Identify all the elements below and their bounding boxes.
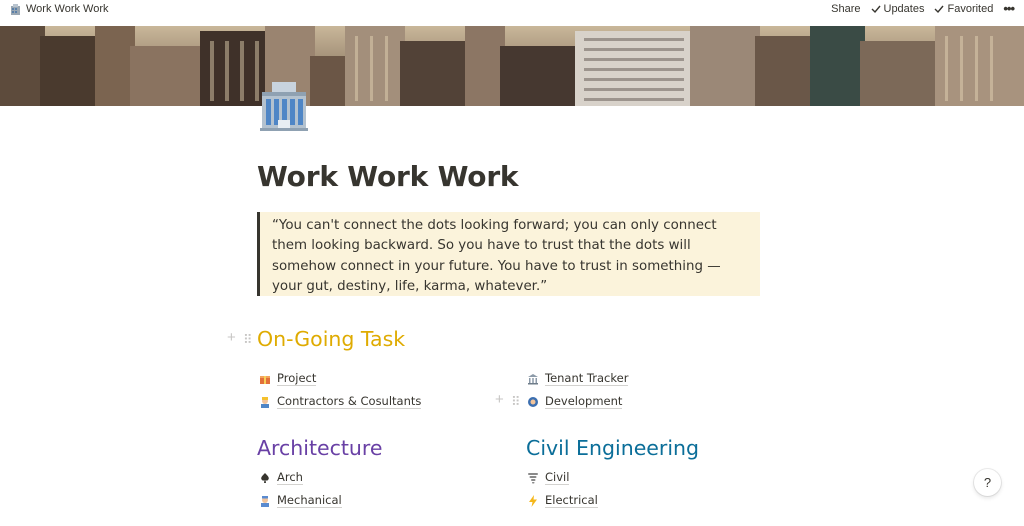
share-button[interactable]: Share	[831, 3, 860, 15]
link-label: Arch	[277, 470, 303, 485]
link-arch[interactable]: Arch	[259, 470, 303, 485]
link-mechanical[interactable]: Mechanical	[259, 493, 342, 508]
favorited-label: Favorited	[947, 3, 994, 15]
link-civil[interactable]: Civil	[527, 470, 570, 485]
link-contractors-consultants[interactable]: Contractors & Cosultants	[259, 394, 422, 409]
updates-label: Updates	[883, 3, 925, 15]
link-tenant-tracker[interactable]: Tenant Tracker	[527, 371, 629, 386]
mechanic-icon	[259, 495, 271, 507]
heading-civil-engineering[interactable]: Civil Engineering	[526, 436, 699, 460]
favorited-button[interactable]: Favorited	[934, 3, 993, 15]
help-button[interactable]: ?	[974, 469, 1001, 496]
check-icon	[934, 4, 945, 14]
link-project[interactable]: Project	[259, 371, 317, 386]
office-building-icon	[10, 3, 21, 15]
top-bar: Work Work Work Share Updates Favorited •…	[0, 0, 1024, 20]
page-title[interactable]: Work Work Work	[257, 160, 519, 193]
drag-handle-icon[interactable]: ⠿	[243, 333, 253, 346]
bank-icon	[527, 373, 539, 385]
link-development[interactable]: Development	[527, 394, 623, 409]
office-building-icon[interactable]	[258, 80, 310, 132]
link-label: Civil	[545, 470, 570, 485]
tornado-icon	[527, 472, 539, 484]
quote-block[interactable]: “You can't connect the dots looking forw…	[257, 212, 760, 296]
updates-button[interactable]: Updates	[871, 3, 925, 15]
heading-ongoing-task[interactable]: On-Going Task	[257, 327, 405, 351]
developer-icon	[527, 396, 539, 408]
link-electrical[interactable]: Electrical	[527, 493, 598, 508]
more-options-icon[interactable]: •••	[1003, 2, 1015, 15]
breadcrumb-title[interactable]: Work Work Work	[26, 3, 109, 15]
share-label: Share	[831, 3, 861, 15]
cover-image[interactable]	[0, 26, 1024, 106]
add-block-icon[interactable]: +	[495, 392, 504, 407]
lightning-icon	[527, 494, 539, 507]
link-label: Project	[277, 371, 317, 386]
link-label: Electrical	[545, 493, 598, 508]
link-label: Contractors & Cosultants	[277, 394, 422, 409]
gift-icon	[259, 373, 271, 385]
heading-architecture[interactable]: Architecture	[257, 436, 383, 460]
spade-icon	[259, 472, 271, 484]
check-icon	[871, 4, 881, 14]
breadcrumb[interactable]: Work Work Work	[10, 3, 109, 15]
construction-worker-icon	[259, 396, 271, 408]
link-label: Tenant Tracker	[545, 371, 629, 386]
drag-handle-icon[interactable]: ⠿	[511, 395, 521, 408]
link-label: Development	[545, 394, 623, 409]
add-block-icon[interactable]: +	[227, 330, 236, 345]
link-label: Mechanical	[277, 493, 342, 508]
